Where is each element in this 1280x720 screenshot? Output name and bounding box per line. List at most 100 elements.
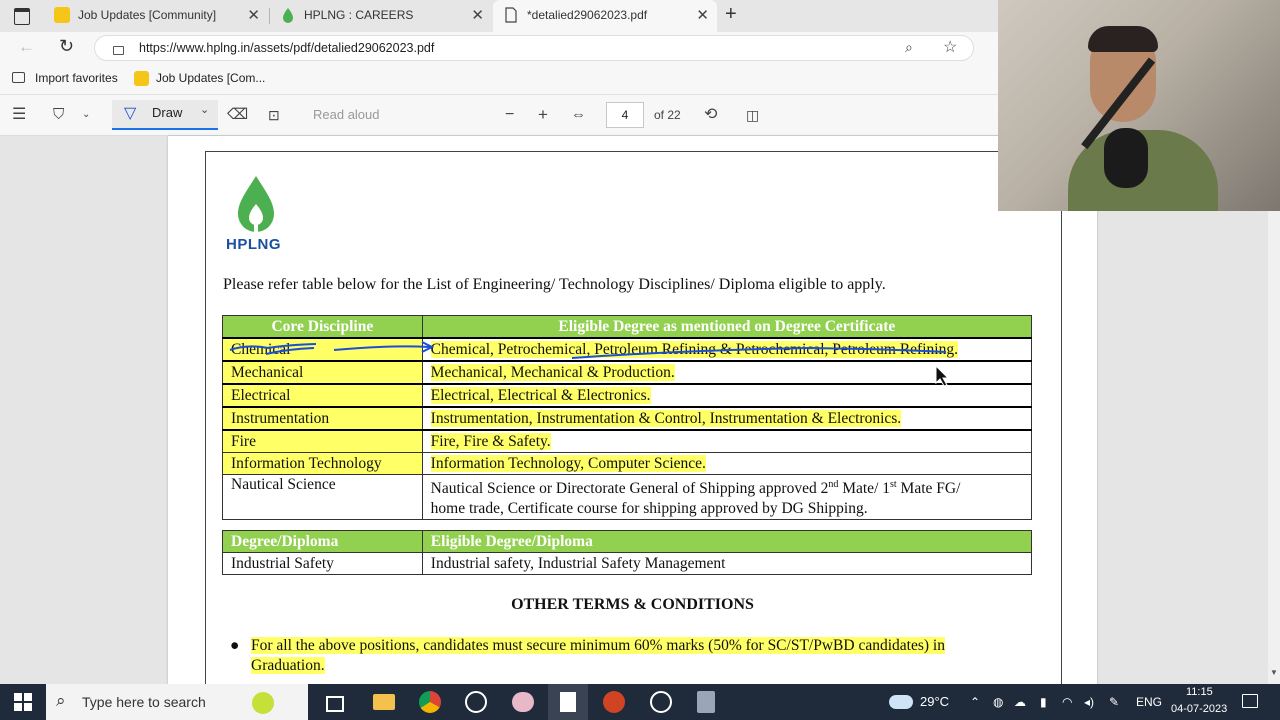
fit-page-icon[interactable]: ⇔ <box>571 95 586 135</box>
text-box-icon[interactable]: ⊡ <box>268 95 280 135</box>
tab-title: *detalied29062023.pdf <box>527 8 648 22</box>
discipline-cell: Electrical <box>222 383 423 408</box>
degree-cell: Instrumentation, Instrumentation & Contr… <box>421 406 1033 431</box>
clock-date[interactable]: 04-07-2023 <box>1171 703 1227 715</box>
draw-button[interactable]: ▽ Draw ⌄ <box>112 100 218 130</box>
degree-cell: Chemical, Petrochemical, Petroleum Refin… <box>421 337 1033 362</box>
discipline-cell: Chemical <box>222 337 423 362</box>
scrollbar[interactable]: ▼ <box>1268 136 1280 684</box>
tab-title: HPLNG : CAREERS <box>304 8 414 22</box>
zoom-icon[interactable]: ⌕ <box>905 39 913 56</box>
page-number-input[interactable]: 4 <box>606 102 644 128</box>
degree-text: Electrical, Electrical & Electronics. <box>430 386 651 404</box>
zoom-out-icon[interactable]: − <box>505 95 514 135</box>
highlight-icon[interactable]: ⛉ <box>53 95 64 135</box>
ordinal-suffix: st <box>890 479 897 490</box>
table-header-cell: Core Discipline <box>222 315 423 339</box>
table-header-cell: Degree/Diploma <box>222 530 423 553</box>
clock-time[interactable]: 11:15 <box>1186 686 1213 698</box>
page-view-icon[interactable]: ◫ <box>746 95 759 135</box>
discipline-cell: Industrial Safety <box>222 552 423 575</box>
language-indicator[interactable]: ENG <box>1136 684 1162 720</box>
discipline-cell: Mechanical <box>222 360 423 385</box>
favorite-star-icon[interactable]: ☆ <box>943 37 957 57</box>
pdf-file-icon <box>505 7 517 23</box>
refresh-icon[interactable]: ↻ <box>59 36 74 57</box>
degree-text: Nautical Science or Directorate General … <box>430 480 829 498</box>
degree-text: Fire, Fire & Safety. <box>430 432 551 450</box>
app-icon[interactable] <box>465 691 487 713</box>
rotate-icon[interactable]: ⟲ <box>704 95 717 135</box>
active-app-indicator <box>548 684 588 720</box>
chevron-down-icon[interactable]: ⌄ <box>82 95 90 135</box>
discipline-cell: Instrumentation <box>222 406 423 431</box>
pdf-page: HPLNG Please refer table below for the L… <box>168 136 1097 712</box>
job-updates-favorite-link[interactable]: Job Updates [Com... <box>156 64 265 93</box>
degree-text: Mate FG/ <box>896 480 961 498</box>
paint-icon[interactable] <box>512 692 534 712</box>
job-updates-favicon-icon <box>54 7 70 23</box>
chrome-icon[interactable] <box>419 691 441 713</box>
import-favorites-link[interactable]: Import favorites <box>35 64 118 93</box>
diploma-table: Degree/Diploma Eligible Degree/Diploma I… <box>222 530 1033 575</box>
intro-text: Please refer table below for the List of… <box>223 276 886 293</box>
hplng-logo-icon <box>238 176 274 236</box>
pen-tray-icon[interactable]: ✎ <box>1109 684 1119 720</box>
meet-now-icon[interactable]: ◍ <box>993 684 1003 720</box>
address-bar[interactable]: https://www.hplng.in/assets/pdf/detalied… <box>94 35 974 61</box>
degree-text: Instrumentation, Instrumentation & Contr… <box>430 409 902 427</box>
chevron-down-icon[interactable]: ⌄ <box>200 103 209 116</box>
clock-app-icon[interactable] <box>650 691 672 713</box>
zoom-in-icon[interactable]: + <box>538 95 548 135</box>
tab-title: Job Updates [Community] <box>78 8 217 22</box>
read-aloud-button[interactable]: Read aloud <box>313 95 380 135</box>
close-tab-icon[interactable]: ✕ <box>696 0 709 31</box>
degree-cell: Nautical Science or Directorate General … <box>421 473 1033 521</box>
table-header-cell: Eligible Degree/Diploma <box>421 530 1033 553</box>
close-tab-icon[interactable]: ✕ <box>247 0 260 31</box>
network-icon[interactable]: ◠ <box>1062 684 1072 720</box>
lock-icon[interactable] <box>113 46 124 55</box>
table-row: Mechanical Mechanical, Mechanical & Prod… <box>222 360 1033 385</box>
scroll-down-icon[interactable]: ▼ <box>1270 668 1278 677</box>
microphone-tray-icon[interactable]: ▮ <box>1040 684 1047 720</box>
table-row: Information Technology Information Techn… <box>222 452 1033 475</box>
hplng-favicon-icon <box>283 8 293 23</box>
contents-icon[interactable]: ☰ <box>12 95 26 135</box>
tab-hplng-careers[interactable]: HPLNG : CAREERS ✕ <box>270 0 492 32</box>
page-total: of 22 <box>654 108 681 122</box>
new-tab-icon[interactable]: + <box>725 3 737 26</box>
file-explorer-icon[interactable] <box>373 694 395 710</box>
pdf-viewer[interactable]: HPLNG Please refer table below for the L… <box>0 136 1280 712</box>
search-placeholder: Type here to search <box>82 694 206 710</box>
table-row: Instrumentation Instrumentation, Instrum… <box>222 406 1033 431</box>
onedrive-icon[interactable]: ☁ <box>1014 684 1026 720</box>
bullet-text: For all the above positions, candidates … <box>251 636 1041 676</box>
volume-icon[interactable]: ◂) <box>1084 684 1094 720</box>
notifications-icon[interactable] <box>1242 694 1258 708</box>
close-tab-icon[interactable]: ✕ <box>471 0 484 31</box>
degree-text: Information Technology, Computer Science… <box>430 454 706 472</box>
weather-temp[interactable]: 29°C <box>920 684 949 720</box>
bullet-line: For all the above positions, candidates … <box>251 637 945 654</box>
bullet-icon: ● <box>230 637 240 654</box>
tab-actions-icon[interactable] <box>14 8 30 25</box>
tab-job-updates[interactable]: Job Updates [Community] ✕ <box>44 0 268 32</box>
tray-chevron-icon[interactable]: ⌃ <box>970 684 980 720</box>
ordinal-suffix: nd <box>828 479 839 490</box>
draw-pen-icon: ▽ <box>124 105 137 122</box>
import-favorites-icon <box>12 72 25 83</box>
discipline-table: Core Discipline Eligible Degree as menti… <box>222 315 1033 521</box>
weather-icon[interactable] <box>889 695 913 709</box>
tab-pdf[interactable]: *detalied29062023.pdf ✕ <box>493 0 717 32</box>
windows-start-icon[interactable] <box>11 690 35 714</box>
mouse-cursor-icon <box>935 364 950 387</box>
eraser-icon[interactable]: ⌫ <box>227 95 248 135</box>
back-icon[interactable]: ← <box>18 37 35 57</box>
calculator-icon[interactable] <box>697 691 715 713</box>
powerpoint-icon[interactable] <box>603 691 625 713</box>
task-view-icon[interactable] <box>326 696 344 712</box>
table-row: Industrial Safety Industrial safety, Ind… <box>222 552 1033 575</box>
terms-heading: OTHER TERMS & CONDITIONS <box>511 596 754 613</box>
taskbar-search[interactable]: ⌕ Type here to search <box>46 684 308 720</box>
